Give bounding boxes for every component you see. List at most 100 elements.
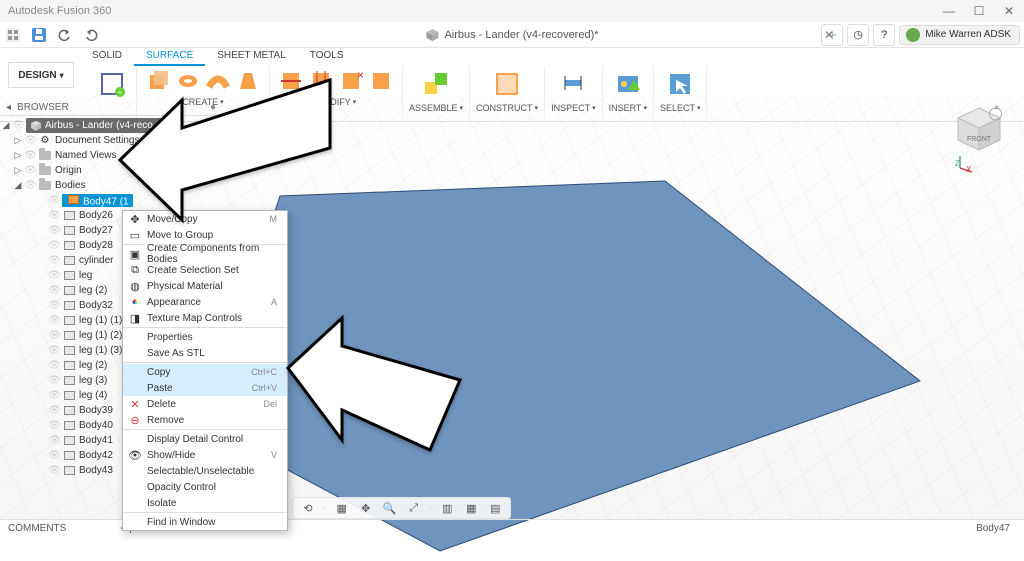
menu-item[interactable]: ✕DeleteDel [123, 396, 287, 412]
menu-item[interactable]: ▣Create Components from Bodies [123, 246, 287, 262]
visibility-eye-icon[interactable]: 👁 [24, 150, 38, 161]
menu-item[interactable]: Save As STL [123, 345, 287, 361]
visibility-eye-icon[interactable]: 👁 [48, 210, 62, 221]
menu-item[interactable]: ◨Texture Map Controls [123, 310, 287, 326]
visibility-eye-icon[interactable]: 👁 [48, 255, 62, 266]
construct-group-label[interactable]: CONSTRUCT [476, 103, 538, 113]
expand-triangle-icon[interactable]: ▷ [12, 135, 24, 146]
annotation-arrow-1 [110, 70, 340, 230]
visibility-eye-icon[interactable]: 👁 [48, 240, 62, 251]
visibility-eye-icon[interactable]: 👁 [24, 135, 38, 146]
surface-icon [62, 285, 76, 297]
expand-triangle-icon[interactable]: ◢ [12, 180, 24, 191]
visibility-eye-icon[interactable]: 👁 [24, 165, 38, 176]
insert-icon[interactable] [611, 67, 645, 101]
menu-item-icon: ⊖ [123, 414, 147, 427]
document-close-button[interactable]: ✕ [824, 28, 834, 42]
assemble-group-label[interactable]: ASSEMBLE [409, 103, 463, 113]
menu-item[interactable]: ●AppearanceA [123, 294, 287, 310]
surface-icon [62, 360, 76, 372]
expand-triangle-icon[interactable]: ▷ [12, 165, 24, 176]
view-cube[interactable]: FRONT Z X [952, 104, 1006, 158]
look-icon[interactable]: ▦ [333, 499, 351, 517]
title-bar: Autodesk Fusion 360 — ☐ ✕ [0, 0, 1024, 22]
user-account-button[interactable]: Mike Warren ADSK [899, 25, 1020, 45]
visibility-eye-icon[interactable]: 👁 [48, 330, 62, 341]
visibility-eye-icon[interactable]: 👁 [48, 285, 62, 296]
tab-surface[interactable]: SURFACE [134, 48, 205, 66]
cube-icon [425, 28, 439, 42]
menu-item[interactable]: 👁Show/HideV [123, 447, 287, 463]
comments-label[interactable]: COMMENTS [8, 523, 66, 534]
file-save-button[interactable] [26, 22, 52, 48]
visibility-eye-icon[interactable]: 👁 [48, 405, 62, 416]
navigation-toolbar: ⟲· ▦ ✥ 🔍 ⤢· ▥ ▦ ▤ [292, 497, 511, 519]
zoom-icon[interactable]: 🔍 [381, 499, 399, 517]
insert-group-label[interactable]: INSERT [609, 103, 647, 113]
modify3-icon[interactable]: × [337, 67, 365, 95]
tab-solid[interactable]: SOLID [80, 48, 134, 66]
inspect-icon[interactable] [556, 67, 590, 101]
window-maximize[interactable]: ☐ [964, 0, 994, 22]
visibility-eye-icon[interactable]: 👁 [48, 195, 62, 206]
menu-item[interactable]: ⊖Remove [123, 412, 287, 428]
surface-icon [62, 465, 76, 477]
visibility-eye-icon[interactable]: 👁 [48, 300, 62, 311]
data-panel-button[interactable]: ◷ [847, 24, 869, 46]
pan-icon[interactable]: ✥ [357, 499, 375, 517]
grid-icon[interactable]: ▦ [462, 499, 480, 517]
menu-item-shortcut: Ctrl+V [252, 383, 281, 393]
help-button[interactable]: ? [873, 24, 895, 46]
visibility-eye-icon[interactable]: 👁 [48, 420, 62, 431]
menu-item[interactable]: Isolate [123, 495, 287, 511]
visibility-eye-icon[interactable]: 👁 [48, 435, 62, 446]
menu-item[interactable]: Properties [123, 329, 287, 345]
construct-icon[interactable] [490, 67, 524, 101]
visibility-eye-icon[interactable]: 👁 [48, 225, 62, 236]
tab-sheet-metal[interactable]: SHEET METAL [205, 48, 298, 66]
orbit-icon[interactable]: ⟲ [299, 499, 317, 517]
display-icon[interactable]: ▥ [438, 499, 456, 517]
visibility-eye-icon[interactable]: 👁 [12, 120, 26, 131]
menu-item[interactable]: ⧉Create Selection Set [123, 262, 287, 278]
visibility-eye-icon[interactable]: 👁 [48, 360, 62, 371]
inspect-group-label[interactable]: INSPECT [551, 103, 596, 113]
tree-node-label: Body40 [79, 420, 113, 431]
modify4-icon[interactable] [367, 67, 395, 95]
menu-item[interactable]: Display Detail Control [123, 431, 287, 447]
visibility-eye-icon[interactable]: 👁 [48, 450, 62, 461]
window-close[interactable]: ✕ [994, 0, 1024, 22]
workspace-switcher[interactable]: DESIGN▾ [8, 62, 74, 88]
menu-item-label: Paste [147, 383, 252, 394]
menu-item[interactable]: ◍Physical Material [123, 278, 287, 294]
app-title: Autodesk Fusion 360 [4, 5, 111, 17]
menu-item[interactable]: Opacity Control [123, 479, 287, 495]
visibility-eye-icon[interactable]: 👁 [48, 270, 62, 281]
document-tab[interactable]: Airbus - Lander (v4-recovered)* [425, 28, 598, 42]
tab-tools[interactable]: TOOLS [298, 48, 356, 66]
select-group-label[interactable]: SELECT [660, 103, 701, 113]
window-minimize[interactable]: — [934, 0, 964, 22]
user-name: Mike Warren ADSK [925, 29, 1011, 40]
visibility-eye-icon[interactable]: 👁 [48, 315, 62, 326]
visibility-eye-icon[interactable]: 👁 [48, 375, 62, 386]
redo-button[interactable] [78, 22, 104, 48]
expand-triangle-icon[interactable]: ◢ [0, 120, 12, 131]
menu-item[interactable]: CopyCtrl+C [123, 364, 287, 380]
visibility-eye-icon[interactable]: 👁 [48, 345, 62, 356]
select-icon[interactable] [663, 67, 697, 101]
menu-item[interactable]: PasteCtrl+V [123, 380, 287, 396]
fit-icon[interactable]: ⤢ [405, 499, 423, 517]
collapse-triangle-icon[interactable]: ◂ [6, 102, 11, 113]
menu-item[interactable]: Selectable/Unselectable [123, 463, 287, 479]
visibility-eye-icon[interactable]: 👁 [24, 180, 38, 191]
expand-triangle-icon[interactable]: ▷ [12, 150, 24, 161]
visibility-eye-icon[interactable]: 👁 [48, 465, 62, 476]
tree-node-label: Bodies [55, 180, 86, 191]
menu-item[interactable]: Find in Window [123, 514, 287, 530]
assemble-icon[interactable] [419, 67, 453, 101]
undo-button[interactable] [52, 22, 78, 48]
visibility-eye-icon[interactable]: 👁 [48, 390, 62, 401]
viewport-icon[interactable]: ▤ [486, 499, 504, 517]
app-menu-button[interactable] [0, 22, 26, 48]
